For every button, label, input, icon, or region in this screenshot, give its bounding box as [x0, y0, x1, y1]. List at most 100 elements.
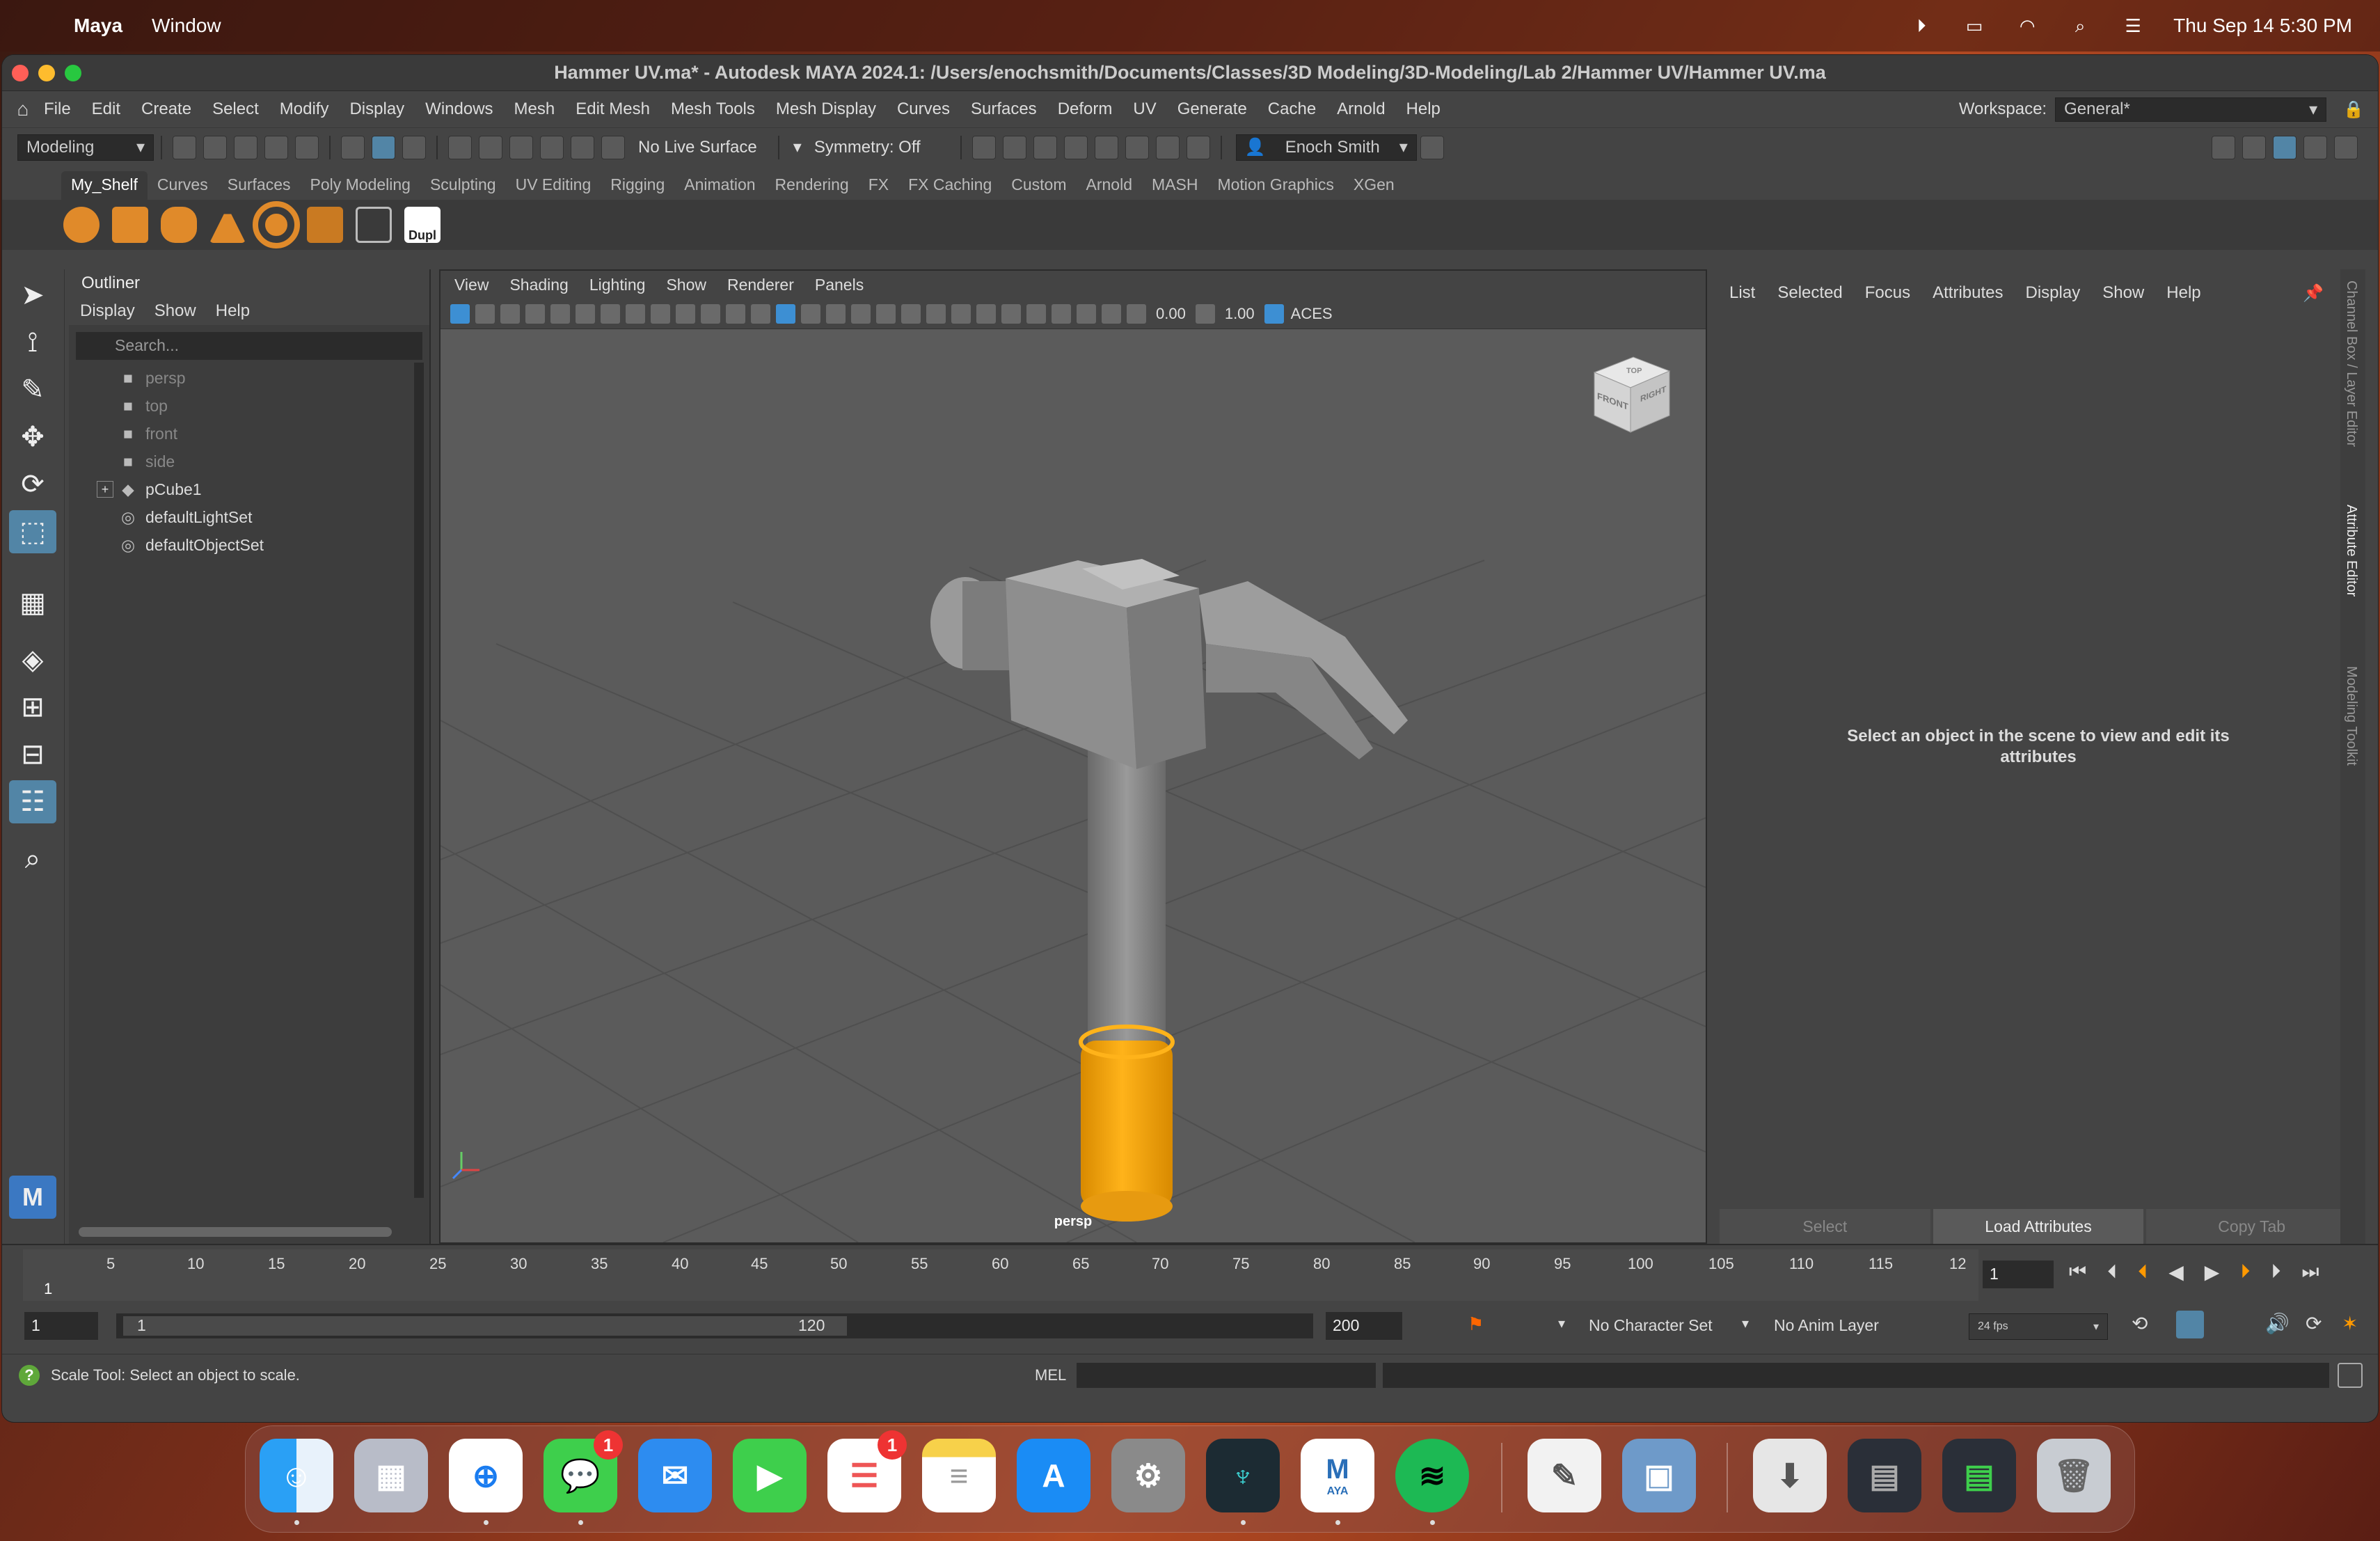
finder-icon[interactable]: ☺: [260, 1439, 333, 1525]
ae-menu-selected[interactable]: Selected: [1777, 283, 1842, 308]
arnold-render-icon[interactable]: [1155, 135, 1180, 159]
outliner-vertical-scrollbar[interactable]: [414, 363, 424, 1198]
battery-icon[interactable]: ▭: [1962, 16, 1987, 35]
ae-menu-show[interactable]: Show: [2102, 283, 2144, 308]
gamma-icon[interactable]: [1195, 303, 1215, 324]
poly-cylinder-icon[interactable]: [161, 207, 197, 243]
pause-icon[interactable]: [1186, 135, 1210, 159]
single-perspective-layout-icon[interactable]: ▦: [9, 581, 56, 624]
duplicate-script-icon[interactable]: Dupl: [404, 207, 441, 243]
search-help-icon[interactable]: [1420, 135, 1444, 159]
gamma-value[interactable]: 1.00: [1225, 305, 1255, 323]
current-frame-field[interactable]: 1: [1983, 1261, 2054, 1288]
shadows-icon[interactable]: [901, 303, 921, 324]
recent-window-icon[interactable]: ▤: [1848, 1439, 1921, 1512]
control-center-icon[interactable]: ☰: [2120, 16, 2145, 35]
2d-pan-zoom-icon[interactable]: [550, 303, 570, 324]
motion-blur-icon[interactable]: [951, 303, 971, 324]
play-forwards-icon[interactable]: ▶: [2205, 1261, 2220, 1283]
go-to-start-icon[interactable]: ⏮: [2069, 1261, 2086, 1283]
scene-end-field[interactable]: 200: [1326, 1312, 1402, 1340]
ae-menu-help[interactable]: Help: [2166, 283, 2200, 308]
facetime-icon[interactable]: ▶: [733, 1439, 807, 1512]
viewport-menu-renderer[interactable]: Renderer: [727, 276, 794, 294]
attribute-editor-toggle-icon[interactable]: [2242, 135, 2266, 159]
ae-menu-display[interactable]: Display: [2026, 283, 2081, 308]
downloads-folder-icon[interactable]: ⬇: [1753, 1439, 1827, 1512]
load-attributes-button[interactable]: Load Attributes: [1933, 1209, 2144, 1244]
time-ruler[interactable]: 5 10 15 20 25 30 35 40 45 50 55 60 65 70…: [23, 1249, 1978, 1301]
render-sequence-icon[interactable]: [1002, 135, 1026, 159]
shelf-tab-curves[interactable]: Curves: [148, 171, 218, 200]
outliner-menu-show[interactable]: Show: [154, 301, 196, 321]
anim-layer-dropdown[interactable]: No Anim Layer: [1774, 1316, 1879, 1335]
menu-uv[interactable]: UV: [1133, 100, 1156, 119]
shelf-tab-uv-editing[interactable]: UV Editing: [506, 171, 601, 200]
ae-menu-focus[interactable]: Focus: [1865, 283, 1910, 308]
open-scene-icon[interactable]: [203, 135, 227, 159]
render-view-icon[interactable]: [1125, 135, 1149, 159]
workspace-dropdown[interactable]: General* ▾: [2055, 97, 2327, 122]
go-to-end-icon[interactable]: ⏭: [2301, 1261, 2319, 1283]
snap-curve-icon[interactable]: [479, 135, 502, 159]
attribute-editor-tab[interactable]: Attribute Editor: [2343, 505, 2359, 596]
menu-deform[interactable]: Deform: [1058, 100, 1113, 119]
cache-playback-icon[interactable]: [2176, 1311, 2204, 1338]
auto-key-icon[interactable]: ⚑: [1468, 1313, 1484, 1335]
shelf-tab-rendering[interactable]: Rendering: [765, 171, 859, 200]
mel-command-input[interactable]: [1077, 1362, 1376, 1388]
play-circle-icon[interactable]: ⏵: [1909, 16, 1934, 35]
shelf-tab-fx[interactable]: FX: [859, 171, 898, 200]
lasso-tool-icon[interactable]: ⟟: [9, 321, 56, 364]
bookmarks-icon[interactable]: [500, 303, 520, 324]
shelf-tab-mash[interactable]: MASH: [1142, 171, 1207, 200]
gate-mask-icon[interactable]: [676, 303, 695, 324]
exposure-icon[interactable]: [1127, 303, 1146, 324]
wireframe-on-shaded-icon[interactable]: [826, 303, 846, 324]
outliner-search-input[interactable]: Search...: [76, 332, 422, 360]
snap-grid-icon[interactable]: [448, 135, 472, 159]
live-surface-label[interactable]: No Live Surface: [638, 138, 757, 157]
mode-dropdown[interactable]: Modeling ▾: [17, 134, 154, 161]
menu-surfaces[interactable]: Surfaces: [971, 100, 1037, 119]
menu-display[interactable]: Display: [349, 100, 404, 119]
messages-icon[interactable]: 💬 1: [544, 1430, 623, 1525]
view-transform-label[interactable]: ACES: [1291, 305, 1333, 323]
viewcube[interactable]: FRONT RIGHT TOP: [1587, 350, 1675, 438]
chevron-down-icon[interactable]: ▾: [1742, 1315, 1749, 1332]
lock-icon[interactable]: 🔒: [2343, 100, 2364, 120]
outliner-menu-display[interactable]: Display: [80, 301, 135, 321]
make-live-icon[interactable]: [601, 135, 625, 159]
menu-mesh[interactable]: Mesh: [514, 100, 555, 119]
character-set-dropdown[interactable]: No Character Set: [1589, 1316, 1713, 1335]
search-icon[interactable]: ⌕: [9, 837, 56, 880]
safari-icon[interactable]: ⊕: [449, 1439, 523, 1525]
channel-box-toggle-icon[interactable]: [2273, 135, 2296, 159]
grease-pencil-icon[interactable]: [576, 303, 595, 324]
ipr-render-icon[interactable]: [1033, 135, 1057, 159]
menu-edit[interactable]: Edit: [92, 100, 120, 119]
wifi-icon[interactable]: ◠: [2015, 16, 2040, 35]
step-back-key-icon[interactable]: ⏴: [2107, 1261, 2117, 1283]
menubar-clock[interactable]: Thu Sep 14 5:30 PM: [2173, 15, 2352, 37]
snap-projected-center-icon[interactable]: [540, 135, 564, 159]
shelf-tab-poly-modeling[interactable]: Poly Modeling: [301, 171, 420, 200]
resolution-gate-icon[interactable]: [651, 303, 670, 324]
rotate-tool-icon[interactable]: ⟳: [9, 463, 56, 506]
step-forward-key-icon[interactable]: ⏵: [2271, 1261, 2280, 1283]
select-tool-icon[interactable]: ➤: [9, 274, 56, 317]
xray-joints-icon[interactable]: [1077, 303, 1096, 324]
mel-label[interactable]: MEL: [1035, 1366, 1066, 1384]
poly-sphere-icon[interactable]: [63, 207, 100, 243]
use-default-material-icon[interactable]: [801, 303, 820, 324]
depth-of-field-icon[interactable]: [1001, 303, 1021, 324]
outliner-item-top[interactable]: ■ top: [69, 392, 429, 420]
anti-aliasing-icon[interactable]: [976, 303, 996, 324]
launchpad-icon[interactable]: ▦: [354, 1439, 428, 1512]
shelf-tab-my-shelf[interactable]: My_Shelf: [61, 171, 148, 200]
tool-settings-toggle-icon[interactable]: [2303, 135, 2327, 159]
persp-graph-layout-icon[interactable]: ⊞: [9, 686, 56, 729]
ae-menu-attributes[interactable]: Attributes: [1933, 283, 2003, 308]
image-plane-icon[interactable]: [525, 303, 545, 324]
outliner-horizontal-scrollbar[interactable]: [79, 1227, 392, 1237]
